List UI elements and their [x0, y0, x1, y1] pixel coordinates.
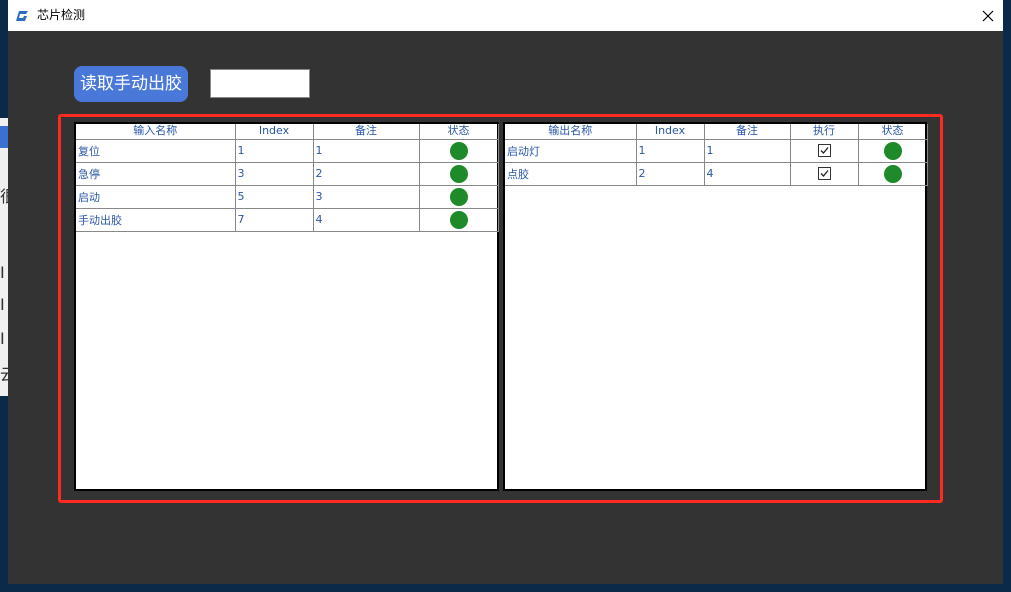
status-cell: [419, 185, 499, 209]
execute-cell: [790, 162, 859, 186]
status-cell: [858, 139, 928, 163]
checkmark-icon: [820, 147, 829, 155]
status-cell: [419, 139, 499, 163]
col-header-index[interactable]: Index: [235, 124, 314, 140]
read-manual-dispense-button[interactable]: 读取手动出胶: [74, 66, 188, 102]
note-cell[interactable]: 4: [313, 208, 420, 232]
output-name-cell[interactable]: 点胶: [505, 162, 637, 186]
table-row[interactable]: 启动灯 1 1: [505, 139, 928, 163]
note-cell[interactable]: 2: [313, 162, 420, 186]
table-row[interactable]: 急停 3 2: [76, 162, 499, 186]
output-table-panel: 输出名称 Index 备注 执行 状态 启动灯 1 1 点胶 2 4: [503, 122, 928, 491]
input-name-cell[interactable]: 手动出胶: [76, 208, 236, 232]
app-logo-icon: [16, 8, 30, 22]
status-indicator-icon: [883, 141, 902, 160]
status-indicator-icon: [449, 164, 468, 183]
table-row[interactable]: 启动 5 3: [76, 185, 499, 209]
col-header-note[interactable]: 备注: [313, 124, 420, 140]
output-table: 输出名称 Index 备注 执行 状态 启动灯 1 1 点胶 2 4: [505, 124, 928, 186]
status-cell: [419, 208, 499, 232]
note-cell[interactable]: 4: [704, 162, 791, 186]
status-indicator-icon: [449, 141, 468, 160]
index-cell[interactable]: 5: [235, 185, 314, 209]
table-row[interactable]: 手动出胶 7 4: [76, 208, 499, 232]
status-indicator-icon: [449, 210, 468, 229]
col-header-execute[interactable]: 执行: [790, 124, 859, 140]
status-cell: [858, 162, 928, 186]
chip-detection-window: 芯片检测 读取手动出胶 输入名称 Index 备注 状态 复位 1 1 急停 3…: [8, 0, 1003, 584]
index-cell[interactable]: 7: [235, 208, 314, 232]
col-header-index[interactable]: Index: [636, 124, 705, 140]
execute-checkbox[interactable]: [817, 144, 831, 158]
table-header-row: 输出名称 Index 备注 执行 状态: [505, 124, 928, 140]
index-cell[interactable]: 2: [636, 162, 705, 186]
col-header-status[interactable]: 状态: [858, 124, 928, 140]
table-header-row: 输入名称 Index 备注 状态: [76, 124, 499, 140]
table-row[interactable]: 复位 1 1: [76, 139, 499, 163]
status-indicator-icon: [883, 164, 902, 183]
input-table-panel: 输入名称 Index 备注 状态 复位 1 1 急停 3 2 启动 5 3 手动…: [74, 122, 499, 491]
col-header-status[interactable]: 状态: [419, 124, 499, 140]
table-row[interactable]: 点胶 2 4: [505, 162, 928, 186]
status-cell: [419, 162, 499, 186]
input-name-cell[interactable]: 复位: [76, 139, 236, 163]
col-header-input-name[interactable]: 输入名称: [76, 124, 236, 140]
output-name-cell[interactable]: 启动灯: [505, 139, 637, 163]
note-cell[interactable]: 1: [704, 139, 791, 163]
window-title: 芯片检测: [37, 8, 86, 22]
checkmark-icon: [820, 170, 829, 178]
status-indicator-icon: [449, 187, 468, 206]
index-cell[interactable]: 3: [235, 162, 314, 186]
col-header-output-name[interactable]: 输出名称: [505, 124, 637, 140]
input-name-cell[interactable]: 启动: [76, 185, 236, 209]
input-name-cell[interactable]: 急停: [76, 162, 236, 186]
note-cell[interactable]: 3: [313, 185, 420, 209]
note-cell[interactable]: 1: [313, 139, 420, 163]
index-cell[interactable]: 1: [636, 139, 705, 163]
execute-checkbox[interactable]: [817, 167, 831, 181]
title-bar[interactable]: 芯片检测: [8, 0, 1003, 31]
input-table: 输入名称 Index 备注 状态 复位 1 1 急停 3 2 启动 5 3 手动…: [76, 124, 499, 232]
manual-dispense-value-field[interactable]: [210, 69, 310, 98]
col-header-note[interactable]: 备注: [704, 124, 791, 140]
close-icon: [982, 10, 994, 21]
execute-cell: [790, 139, 859, 163]
index-cell[interactable]: 1: [235, 139, 314, 163]
close-button[interactable]: [973, 0, 1003, 31]
